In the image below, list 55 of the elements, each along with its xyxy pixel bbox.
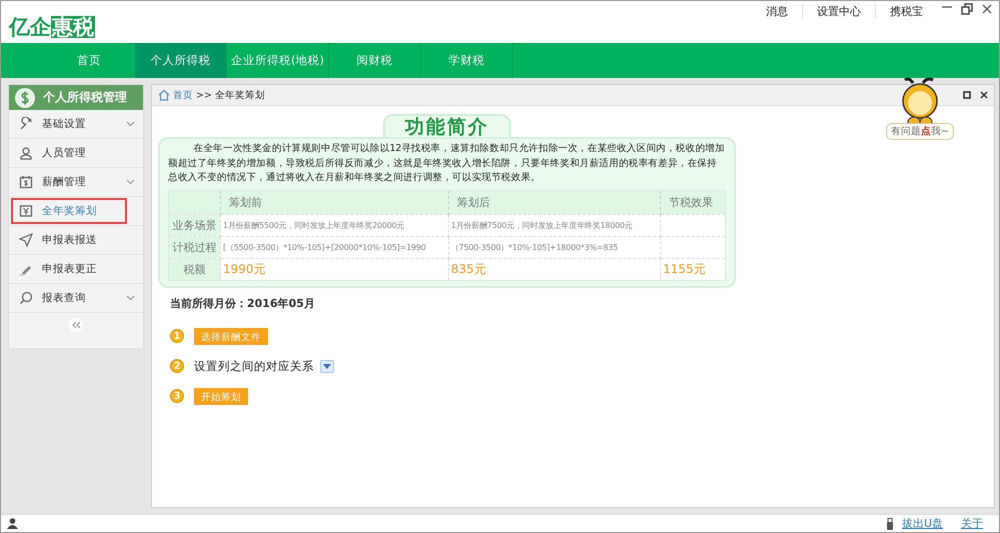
table-cell: 1月份薪酬5500元，同时发放上年度年终奖20000元 (220, 214, 448, 236)
logo: 亿企惠税 (9, 14, 95, 41)
maximize-icon[interactable] (963, 91, 971, 99)
sidebar-item[interactable]: 基础设置 (11, 111, 122, 137)
sidebar-title: 个人所得税管理 (43, 89, 127, 106)
user-icon (7, 518, 18, 529)
breadcrumb-link[interactable]: 首页 (173, 88, 193, 102)
column-header: 筹划后 (448, 190, 660, 214)
status-link[interactable]: 拔出U盘 (902, 516, 943, 531)
sidebar-item[interactable]: 薪酬管理 (11, 169, 122, 195)
table-cell: 835元 (448, 258, 660, 280)
breadcrumb-current: 全年奖筹划 (214, 88, 265, 102)
intro-title: 功能简介 (383, 114, 511, 137)
close-icon[interactable] (980, 91, 988, 99)
column-header: 筹划前 (220, 190, 448, 214)
sidebar-item[interactable]: 申报表报送 (11, 227, 135, 253)
restore-icon[interactable] (961, 3, 973, 15)
top-link[interactable]: 携税宝 (875, 5, 937, 18)
step-number: 1 (170, 329, 184, 343)
row-header: 税额 (168, 258, 220, 280)
nav-tab[interactable]: 个人所得税 (135, 43, 227, 78)
table-cell: （7500-3500）*10%-105]+18000*3%=835 (448, 236, 660, 258)
yen-icon (19, 204, 33, 218)
breadcrumb-separator: >> (196, 90, 212, 100)
person-icon (19, 146, 33, 160)
table-cell: 1月份薪酬7500元，同时发放上年度年终奖18000元 (448, 214, 660, 236)
search-icon (19, 291, 33, 305)
step-number: 2 (170, 359, 184, 373)
step-number: 3 (170, 389, 184, 403)
top-link[interactable]: 设置中心 (802, 5, 875, 18)
nav-tab[interactable]: 首页 (43, 43, 135, 78)
sidebar-item[interactable]: 报表查询 (11, 285, 122, 311)
calendar-icon (19, 175, 33, 189)
paper-plane-icon (19, 233, 33, 247)
sidebar-item[interactable]: 人员管理 (11, 140, 135, 166)
row-header: 计税过程 (168, 236, 220, 258)
dollar-icon (15, 88, 35, 108)
current-month: 当前所得月份：2016年05月 (170, 296, 316, 310)
home-icon (158, 89, 170, 101)
caret-down-icon (323, 364, 331, 368)
sidebar-item[interactable]: 全年奖筹划 (11, 198, 127, 224)
double-chevron-left-icon (71, 321, 81, 329)
collapse-button[interactable] (69, 318, 83, 332)
status-link[interactable]: 关于 (961, 516, 983, 531)
close-icon[interactable] (981, 3, 993, 15)
help-bubble[interactable]: 有问题点我~ (886, 123, 954, 140)
intro-paragraph: 在全年一次性奖金的计算规则中尽管可以除以12寻找税率，速算扣除数却只允许扣除一次，在某些收入区间内，税收的增加额超过了年终奖的增加额，导致税后所得反而减少，这就是年终奖收入增长陷阱，只要年终奖和月薪适用的税率有差异，在保持总收入不变的情况下，通过将收入在月薪和年终奖之间进行调整，可以实现节税效果。 (168, 142, 726, 185)
sidebar-item[interactable]: 申报表更正 (11, 256, 135, 282)
dropdown-button[interactable] (320, 360, 334, 372)
step-label: 设置列之间的对应关系 (194, 358, 314, 374)
row-header: 业务场景 (168, 214, 220, 236)
table-cell: [（5500-3500）*10%-105]+[20000*10%-105]=1990 (220, 236, 448, 258)
usb-icon (886, 518, 894, 530)
column-header: 节税效果 (660, 190, 726, 214)
top-link[interactable]: 消息 (752, 5, 802, 18)
